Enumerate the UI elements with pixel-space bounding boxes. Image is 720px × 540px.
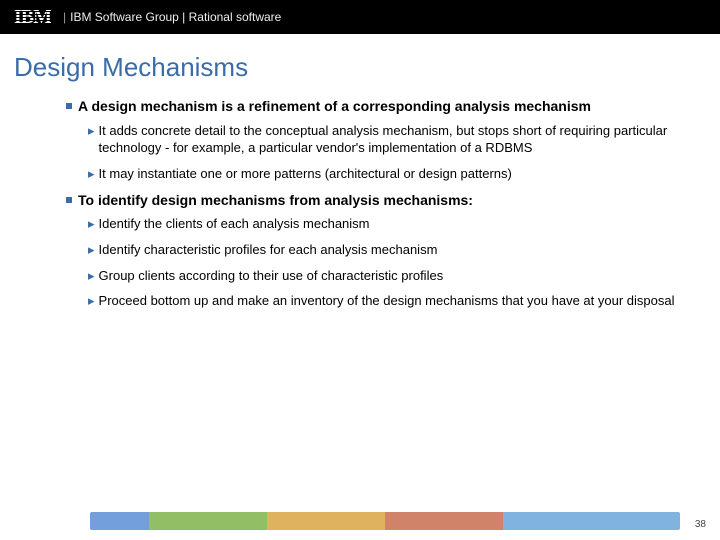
- section-2-head-text: To identify design mechanisms from analy…: [78, 191, 473, 210]
- arrow-bullet-icon: ▸: [88, 292, 95, 310]
- section-2-head: To identify design mechanisms from analy…: [66, 191, 680, 210]
- list-item-text: Identify the clients of each analysis me…: [99, 215, 370, 233]
- list-item: ▸ It may instantiate one or more pattern…: [88, 165, 680, 183]
- page-title: Design Mechanisms: [0, 34, 720, 97]
- footer-graphic: [90, 512, 680, 530]
- arrow-bullet-icon: ▸: [88, 122, 95, 140]
- list-item-text: It may instantiate one or more patterns …: [99, 165, 512, 183]
- ibm-logo: IBM: [14, 6, 51, 29]
- arrow-bullet-icon: ▸: [88, 267, 95, 285]
- section-2: To identify design mechanisms from analy…: [66, 191, 680, 310]
- arrow-bullet-icon: ▸: [88, 215, 95, 233]
- arrow-bullet-icon: ▸: [88, 241, 95, 259]
- header-divider: |: [63, 10, 66, 24]
- section-1: A design mechanism is a refinement of a …: [66, 97, 680, 183]
- list-item-text: Proceed bottom up and make an inventory …: [99, 292, 675, 310]
- list-item: ▸ It adds concrete detail to the concept…: [88, 122, 680, 157]
- ibm-logo-text: IBM: [14, 6, 51, 29]
- square-bullet-icon: [66, 197, 72, 203]
- section-1-head-text: A design mechanism is a refinement of a …: [78, 97, 591, 116]
- slide-content: A design mechanism is a refinement of a …: [0, 97, 720, 310]
- arrow-bullet-icon: ▸: [88, 165, 95, 183]
- list-item-text: Group clients according to their use of …: [99, 267, 444, 285]
- list-item: ▸ Identify the clients of each analysis …: [88, 215, 680, 233]
- list-item: ▸ Identify characteristic profiles for e…: [88, 241, 680, 259]
- header-bar: IBM | IBM Software Group | Rational soft…: [0, 0, 720, 34]
- list-item: ▸ Proceed bottom up and make an inventor…: [88, 292, 680, 310]
- list-item-text: It adds concrete detail to the conceptua…: [99, 122, 680, 157]
- section-1-head: A design mechanism is a refinement of a …: [66, 97, 680, 116]
- list-item-text: Identify characteristic profiles for eac…: [99, 241, 438, 259]
- page-number: 38: [695, 519, 706, 530]
- square-bullet-icon: [66, 103, 72, 109]
- list-item: ▸ Group clients according to their use o…: [88, 267, 680, 285]
- header-text: IBM Software Group | Rational software: [70, 10, 281, 24]
